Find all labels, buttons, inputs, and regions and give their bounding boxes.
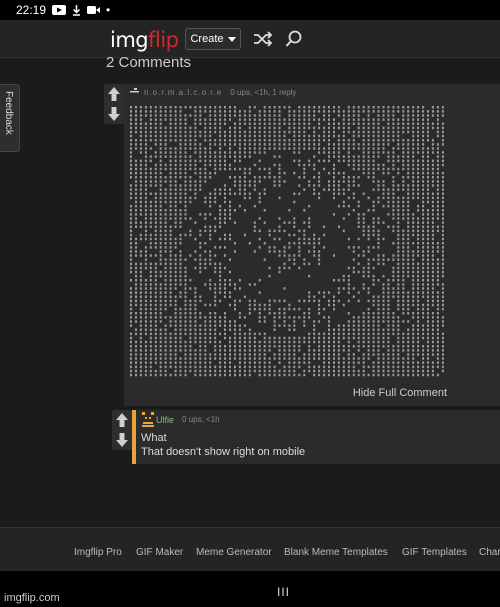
comment-normalcore: n.o.r.m.a.l.c.o.r.e 0 ups, <1h, 1 reply … (124, 84, 500, 406)
upvote-button[interactable] (112, 411, 132, 429)
logo-text-img: img (110, 28, 149, 52)
chevron-down-icon (227, 36, 236, 42)
comment1-header: n.o.r.m.a.l.c.o.r.e 0 ups, <1h, 1 reply (144, 88, 296, 97)
recent-apps-button[interactable]: III (277, 585, 290, 599)
arrow-down-icon (116, 433, 128, 447)
comment-ulfie: Ulfie 0 ups, <1h What That doesn't show … (132, 410, 500, 464)
comment1-username[interactable]: n.o.r.m.a.l.c.o.r.e (144, 88, 222, 97)
comment1-vote-controls (104, 84, 124, 124)
arrow-down-icon (108, 107, 120, 121)
site-footer: Imgflip Pro GIF Maker Meme Generator Bla… (0, 527, 500, 571)
top-nav: imgflip Create (0, 20, 500, 58)
arrow-up-icon (116, 413, 128, 427)
downvote-button[interactable] (112, 431, 132, 449)
youtube-notification-icon (52, 5, 67, 15)
create-dropdown-button[interactable]: Create (185, 28, 241, 50)
download-icon (73, 4, 81, 16)
status-time: 22:19 (16, 3, 47, 17)
feedback-tab[interactable]: Feedback (0, 84, 20, 152)
footer-link-charts[interactable]: Char (479, 547, 500, 558)
comment2-vote-controls (112, 410, 132, 450)
hide-full-comment-link[interactable]: Hide Full Comment (353, 387, 447, 399)
comment2-meta: 0 ups, <1h (182, 415, 220, 424)
footer-link-meme-generator[interactable]: Meme Generator (196, 547, 272, 558)
arrow-up-icon (108, 87, 120, 101)
comment2-text-line2: That doesn't show right on mobile (141, 446, 306, 458)
ascii-art-block (130, 106, 444, 377)
create-label: Create (190, 33, 224, 45)
status-dot: • (106, 3, 111, 17)
downvote-button[interactable] (104, 105, 124, 123)
footer-link-blank-meme-templates[interactable]: Blank Meme Templates (284, 547, 388, 558)
comment2-text-line1: What (141, 432, 167, 444)
logo-text-flip: flip (148, 28, 179, 52)
comment2-username[interactable]: Ulfie (156, 415, 174, 425)
footer-link-gif-maker[interactable]: GIF Maker (136, 547, 183, 558)
user-avatar-icon (130, 88, 139, 93)
shuffle-icon[interactable] (253, 31, 273, 47)
comment1-meta: 0 ups, <1h, 1 reply (230, 88, 297, 97)
search-icon[interactable] (285, 30, 302, 48)
footer-link-gif-templates[interactable]: GIF Templates (402, 547, 467, 558)
system-nav-bar: III (0, 571, 500, 607)
footer-link-imgflip-pro[interactable]: Imgflip Pro (74, 547, 122, 558)
feedback-label: Feedback (3, 91, 14, 135)
user-avatar-icon (142, 412, 154, 427)
comments-count-heading: 2 Comments (106, 54, 192, 71)
upvote-button[interactable] (104, 85, 124, 103)
video-camera-icon (87, 6, 101, 14)
status-bar: 22:19 • (0, 0, 500, 20)
ascii-art-dots (130, 106, 444, 377)
imgflip-watermark: imgflip.com (4, 592, 60, 604)
imgflip-logo[interactable]: imgflip (110, 28, 179, 52)
